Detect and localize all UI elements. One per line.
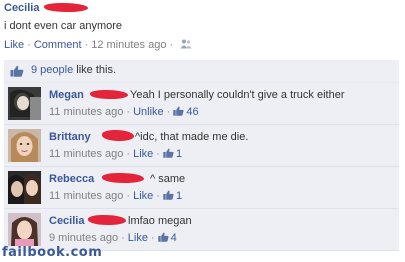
- friends-privacy-icon[interactable]: [180, 39, 192, 49]
- comment-item: Brittany ^idc, that made me die. 11 minu…: [4, 125, 399, 167]
- likes-count-link[interactable]: 9 people: [31, 64, 73, 76]
- comment-like-count[interactable]: 1: [163, 190, 182, 202]
- thumbs-up-icon: [173, 106, 184, 116]
- comment-item: Rebecca ^ same 11 minutes ago · Like · 1: [4, 167, 399, 209]
- comment-like-count-value: 46: [186, 106, 199, 118]
- avatar[interactable]: [8, 213, 41, 246]
- thumbs-up-icon: [157, 232, 169, 242]
- comment-like-count-value: 1: [175, 190, 183, 202]
- redaction-scribble: [88, 215, 126, 225]
- redaction-scribble: [90, 90, 128, 99]
- post-timestamp[interactable]: 12 minutes ago: [91, 39, 166, 51]
- post-author-name[interactable]: Cecilia: [4, 2, 39, 14]
- separator: ·: [126, 190, 131, 202]
- avatar-photo-icon: [8, 87, 41, 120]
- likes-suffix: like this.: [73, 64, 117, 76]
- comment-meta: 9 minutes ago · Like · 4: [49, 232, 177, 244]
- comment-timestamp[interactable]: 11 minutes ago: [49, 106, 123, 118]
- post-status-text: i dont even car anymore: [4, 20, 123, 32]
- comment-text: lmfao megan: [128, 215, 192, 227]
- comment-like-count-value: 4: [170, 232, 177, 244]
- redaction-scribble: [102, 173, 144, 183]
- comment-timestamp[interactable]: 11 minutes ago: [49, 148, 123, 160]
- separator: ·: [166, 106, 171, 118]
- comment-like-count[interactable]: 46: [173, 106, 199, 118]
- comment-author-name[interactable]: Cecilia: [49, 215, 84, 227]
- avatar-photo-icon: [8, 171, 41, 204]
- separator: ·: [27, 39, 31, 51]
- comment-timestamp[interactable]: 9 minutes ago: [49, 232, 118, 244]
- avatar[interactable]: [8, 87, 41, 120]
- comment-text: Yeah I personally couldn't give a truck …: [130, 89, 345, 101]
- comment-unlike-link[interactable]: Unlike: [133, 106, 164, 118]
- post-like-link[interactable]: Like: [4, 39, 24, 51]
- redaction-scribble: [102, 130, 134, 141]
- comment-like-link[interactable]: Like: [128, 232, 148, 244]
- comment-like-link[interactable]: Like: [133, 190, 153, 202]
- likes-summary: 9 people like this.: [4, 60, 399, 83]
- comment-item: Megan Yeah I personally couldn't give a …: [4, 83, 399, 125]
- comment-meta: 11 minutes ago · Unlike · 46: [49, 106, 199, 118]
- thumbs-up-icon: [163, 190, 174, 200]
- comment-meta: 11 minutes ago · Like · 1: [49, 148, 182, 160]
- avatar-photo-icon: [8, 213, 41, 246]
- separator: ·: [169, 39, 174, 51]
- separator: ·: [121, 232, 125, 244]
- avatar[interactable]: [8, 171, 41, 204]
- thumbs-up-icon: [10, 65, 24, 77]
- redaction-scribble: [44, 3, 88, 12]
- comment-like-link[interactable]: Like: [133, 148, 153, 160]
- avatar-photo-icon: [8, 129, 41, 162]
- post-meta: Like · Comment · 12 minutes ago ·: [4, 39, 192, 51]
- comment-text: ^ same: [150, 173, 186, 185]
- separator: ·: [156, 190, 160, 202]
- comment-like-count[interactable]: 4: [157, 232, 177, 244]
- comment-like-count[interactable]: 1: [163, 148, 182, 160]
- comment-author-name[interactable]: Megan: [49, 89, 84, 101]
- comment-author-name[interactable]: Brittany: [49, 131, 91, 143]
- comment-meta: 11 minutes ago · Like · 1: [49, 190, 182, 202]
- failbook-watermark: failbook.com: [2, 245, 103, 260]
- separator: ·: [84, 39, 89, 51]
- separator: ·: [156, 148, 160, 160]
- comment-like-count-value: 1: [175, 148, 183, 160]
- comment-timestamp[interactable]: 11 minutes ago: [49, 190, 123, 202]
- comment-author-name[interactable]: Rebecca: [49, 173, 94, 185]
- comment-text: ^idc, that made me die.: [135, 131, 249, 143]
- likes-text: 9 people like this.: [31, 64, 116, 76]
- separator: ·: [150, 232, 155, 244]
- thumbs-up-icon: [163, 148, 174, 158]
- separator: ·: [126, 106, 131, 118]
- separator: ·: [126, 148, 131, 160]
- avatar[interactable]: [8, 129, 41, 162]
- post-comment-link[interactable]: Comment: [34, 39, 82, 51]
